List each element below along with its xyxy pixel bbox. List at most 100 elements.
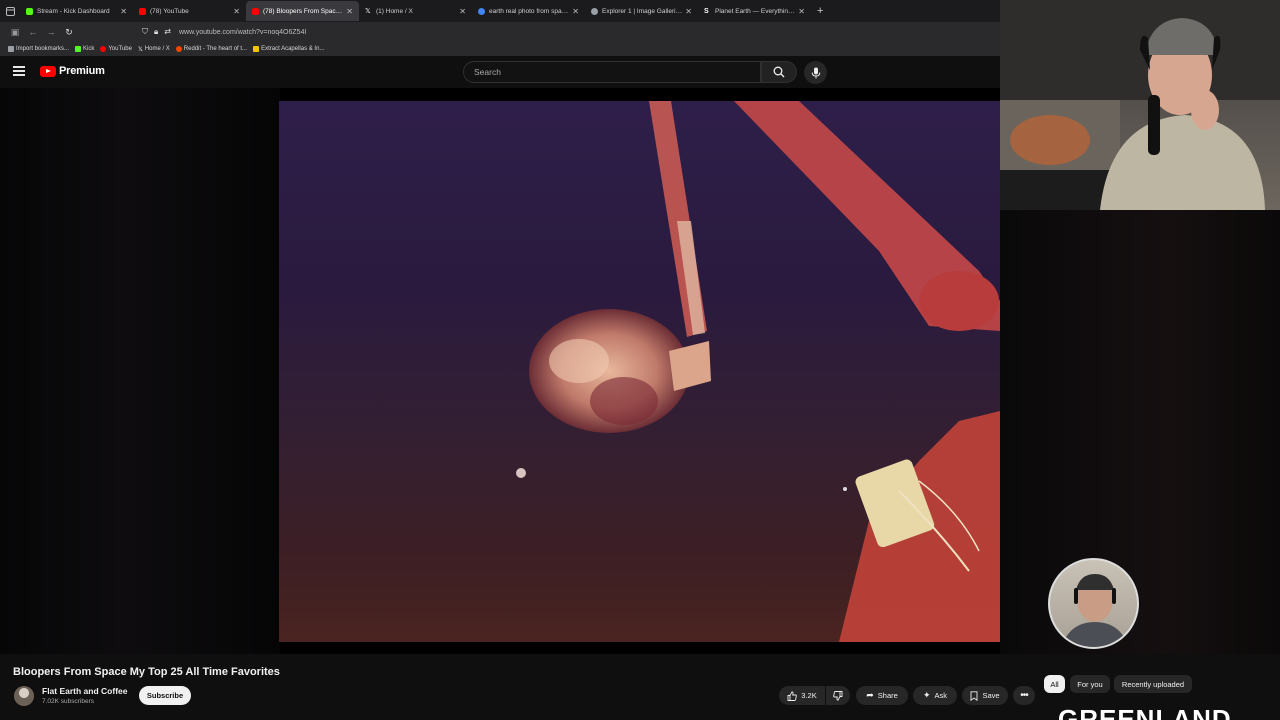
bookmark-item[interactable]: 𝕏 Home / X <box>138 46 170 53</box>
x-icon: 𝕏 <box>137 46 143 53</box>
bookmark-item[interactable]: Extract Acapellas & In... <box>253 46 324 52</box>
channel-name[interactable]: Flat Earth and Coffee <box>42 686 127 696</box>
youtube-icon <box>100 46 107 52</box>
address-bar: ▣ ← → ↻ ⛉ 🔒︎ ⇄ www.youtube.com/watch?v=n… <box>0 22 1000 42</box>
bookmark-label: Extract Acapellas & In... <box>261 46 325 52</box>
like-count: 3.2K <box>801 691 817 700</box>
bookmark-item[interactable]: YouTube <box>100 46 132 52</box>
sparkle-icon: ✦ <box>922 690 931 700</box>
nasa-favicon-icon <box>591 7 598 15</box>
guest-camera-bubble <box>1048 558 1139 649</box>
guest-image <box>1061 574 1129 647</box>
search-input[interactable]: Search <box>463 61 761 83</box>
tab-close-icon[interactable]: ✕ <box>459 7 466 16</box>
channel-avatar[interactable] <box>14 686 34 706</box>
bookmark-label: Reddit - The heart of t... <box>183 46 248 52</box>
bookmark-icon <box>970 690 978 701</box>
bookmarks-bar: Import bookmarks... Kick YouTube 𝕏 Home /… <box>0 42 1000 56</box>
bookmark-label: YouTube <box>108 46 132 52</box>
save-button[interactable]: Save <box>962 686 1008 705</box>
search-icon <box>773 66 785 78</box>
ambient-glow-left <box>0 88 280 654</box>
bookmark-label: Home / X <box>144 46 170 52</box>
tab-close-icon[interactable]: ✕ <box>572 7 579 16</box>
greenland-overlay-text: GREENLAND <box>1058 704 1232 720</box>
tab-title: earth real photo from space - G <box>489 7 569 15</box>
like-button[interactable]: 3.2K <box>779 686 825 705</box>
subscriber-count: 7.02K subscribers <box>42 698 95 705</box>
shield-icon[interactable]: ⛉ <box>142 27 148 37</box>
folder-icon <box>253 46 260 52</box>
back-icon[interactable]: ← <box>24 27 42 37</box>
site-favicon-icon: S <box>704 7 709 15</box>
new-tab-icon[interactable]: + <box>817 5 823 17</box>
browser-tab[interactable]: (78) YouTube ✕ <box>133 1 246 21</box>
kick-favicon-icon <box>26 7 33 15</box>
tab-title: (78) Bloopers From Space M <box>263 7 344 15</box>
tab-title: Planet Earth — Everything you <box>715 7 796 15</box>
thumbs-down-icon <box>833 690 843 701</box>
thumbs-up-icon <box>787 690 798 701</box>
tab-close-icon[interactable]: ✕ <box>346 7 353 16</box>
browser-tab[interactable]: Explorer 1 | Image Galleries | In ✕ <box>585 1 698 21</box>
browser-tab[interactable]: earth real photo from space - G ✕ <box>472 1 585 21</box>
google-favicon-icon <box>478 7 485 15</box>
dislike-button[interactable] <box>826 686 850 705</box>
reload-icon[interactable]: ↻ <box>60 27 78 38</box>
youtube-favicon-icon <box>139 7 146 15</box>
tab-title: Stream - Kick Dashboard <box>37 7 110 15</box>
streamer-webcam <box>1000 0 1280 210</box>
tab-close-icon[interactable]: ✕ <box>120 7 127 16</box>
forward-icon[interactable]: → <box>42 27 60 37</box>
tab-title: (1) Home / X <box>376 7 413 15</box>
sidebar-toggle-icon[interactable]: ▣ <box>6 27 24 38</box>
tab-close-icon[interactable]: ✕ <box>798 7 805 16</box>
x-favicon-icon: 𝕏 <box>365 7 371 15</box>
browser-tab[interactable]: 𝕏 (1) Home / X ✕ <box>359 1 472 21</box>
url-input[interactable]: www.youtube.com/watch?v=noq4O6Z54I <box>179 29 306 36</box>
chip-recently-uploaded[interactable]: Recently uploaded <box>1114 675 1192 693</box>
url-security-icons: ⛉ 🔒︎ ⇄ <box>142 27 171 37</box>
chip-all[interactable]: All <box>1044 675 1065 693</box>
lock-icon[interactable]: 🔒︎ <box>154 27 158 37</box>
share-label: Share <box>877 691 898 700</box>
tab-close-icon[interactable]: ✕ <box>233 7 240 16</box>
more-icon: ••• <box>1020 690 1028 701</box>
subscribe-button[interactable]: Subscribe <box>139 686 191 705</box>
bookmark-label: Import bookmarks... <box>16 46 70 52</box>
youtube-favicon-icon <box>252 7 259 15</box>
tab-title: (78) YouTube <box>150 7 189 15</box>
bookmark-item[interactable]: Reddit - The heart of t... <box>175 46 248 52</box>
menu-icon[interactable] <box>13 66 25 76</box>
permissions-icon[interactable]: ⇄ <box>164 27 171 37</box>
browser-tab-active[interactable]: (78) Bloopers From Space M ✕ <box>246 1 359 21</box>
share-icon: ➦ <box>866 690 874 700</box>
bookmark-item[interactable]: Import bookmarks... <box>8 46 69 52</box>
tab-menu-icon[interactable] <box>0 0 20 22</box>
logo-text: Premium <box>59 65 105 77</box>
kick-icon <box>75 46 82 52</box>
microphone-icon <box>811 67 820 78</box>
more-actions-button[interactable]: ••• <box>1013 686 1035 705</box>
search-button[interactable] <box>761 61 797 83</box>
webcam-image <box>1000 0 1280 210</box>
browser-tab[interactable]: Stream - Kick Dashboard ✕ <box>20 1 133 21</box>
video-frame[interactable] <box>279 101 1000 642</box>
bookmark-item[interactable]: Kick <box>75 46 94 52</box>
share-button[interactable]: ➦ Share <box>856 686 908 705</box>
save-label: Save <box>982 691 1000 700</box>
space-footage-image <box>516 101 1000 642</box>
bookmark-label: Kick <box>83 46 95 52</box>
import-icon <box>8 46 14 52</box>
voice-search-button[interactable] <box>804 61 827 84</box>
ask-label: Ask <box>934 691 948 700</box>
ask-button[interactable]: ✦ Ask <box>913 686 957 705</box>
youtube-logo-icon <box>40 65 56 77</box>
video-title: Bloopers From Space My Top 25 All Time F… <box>13 666 280 678</box>
browser-tab[interactable]: S Planet Earth — Everything you ✕ <box>698 1 811 21</box>
tab-close-icon[interactable]: ✕ <box>685 7 692 16</box>
youtube-premium-logo[interactable]: Premium <box>40 65 105 77</box>
ambient-glow-right <box>1000 210 1280 654</box>
reddit-icon <box>175 46 182 52</box>
chip-for-you[interactable]: For you <box>1070 675 1110 693</box>
